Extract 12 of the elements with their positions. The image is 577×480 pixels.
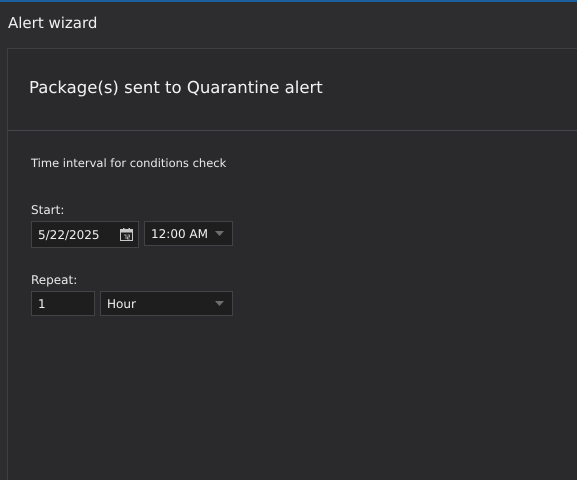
- repeat-unit-dropdown[interactable]: Hour: [100, 291, 233, 316]
- repeat-label: Repeat:: [31, 273, 78, 287]
- window-title: Alert wizard: [7, 13, 98, 34]
- section-label: Time interval for conditions check: [31, 156, 226, 170]
- page-heading: Package(s) sent to Quarantine alert: [29, 78, 323, 97]
- time-dropdown[interactable]: 12:00 AM: [144, 221, 233, 246]
- calendar-icon[interactable]: [120, 228, 133, 241]
- dropdown-arrow-icon: [215, 301, 224, 306]
- date-picker[interactable]: 5/22/2025: [31, 221, 139, 248]
- dropdown-arrow-icon: [215, 231, 224, 236]
- start-label: Start:: [31, 203, 64, 217]
- repeat-count-field[interactable]: 1: [31, 291, 95, 316]
